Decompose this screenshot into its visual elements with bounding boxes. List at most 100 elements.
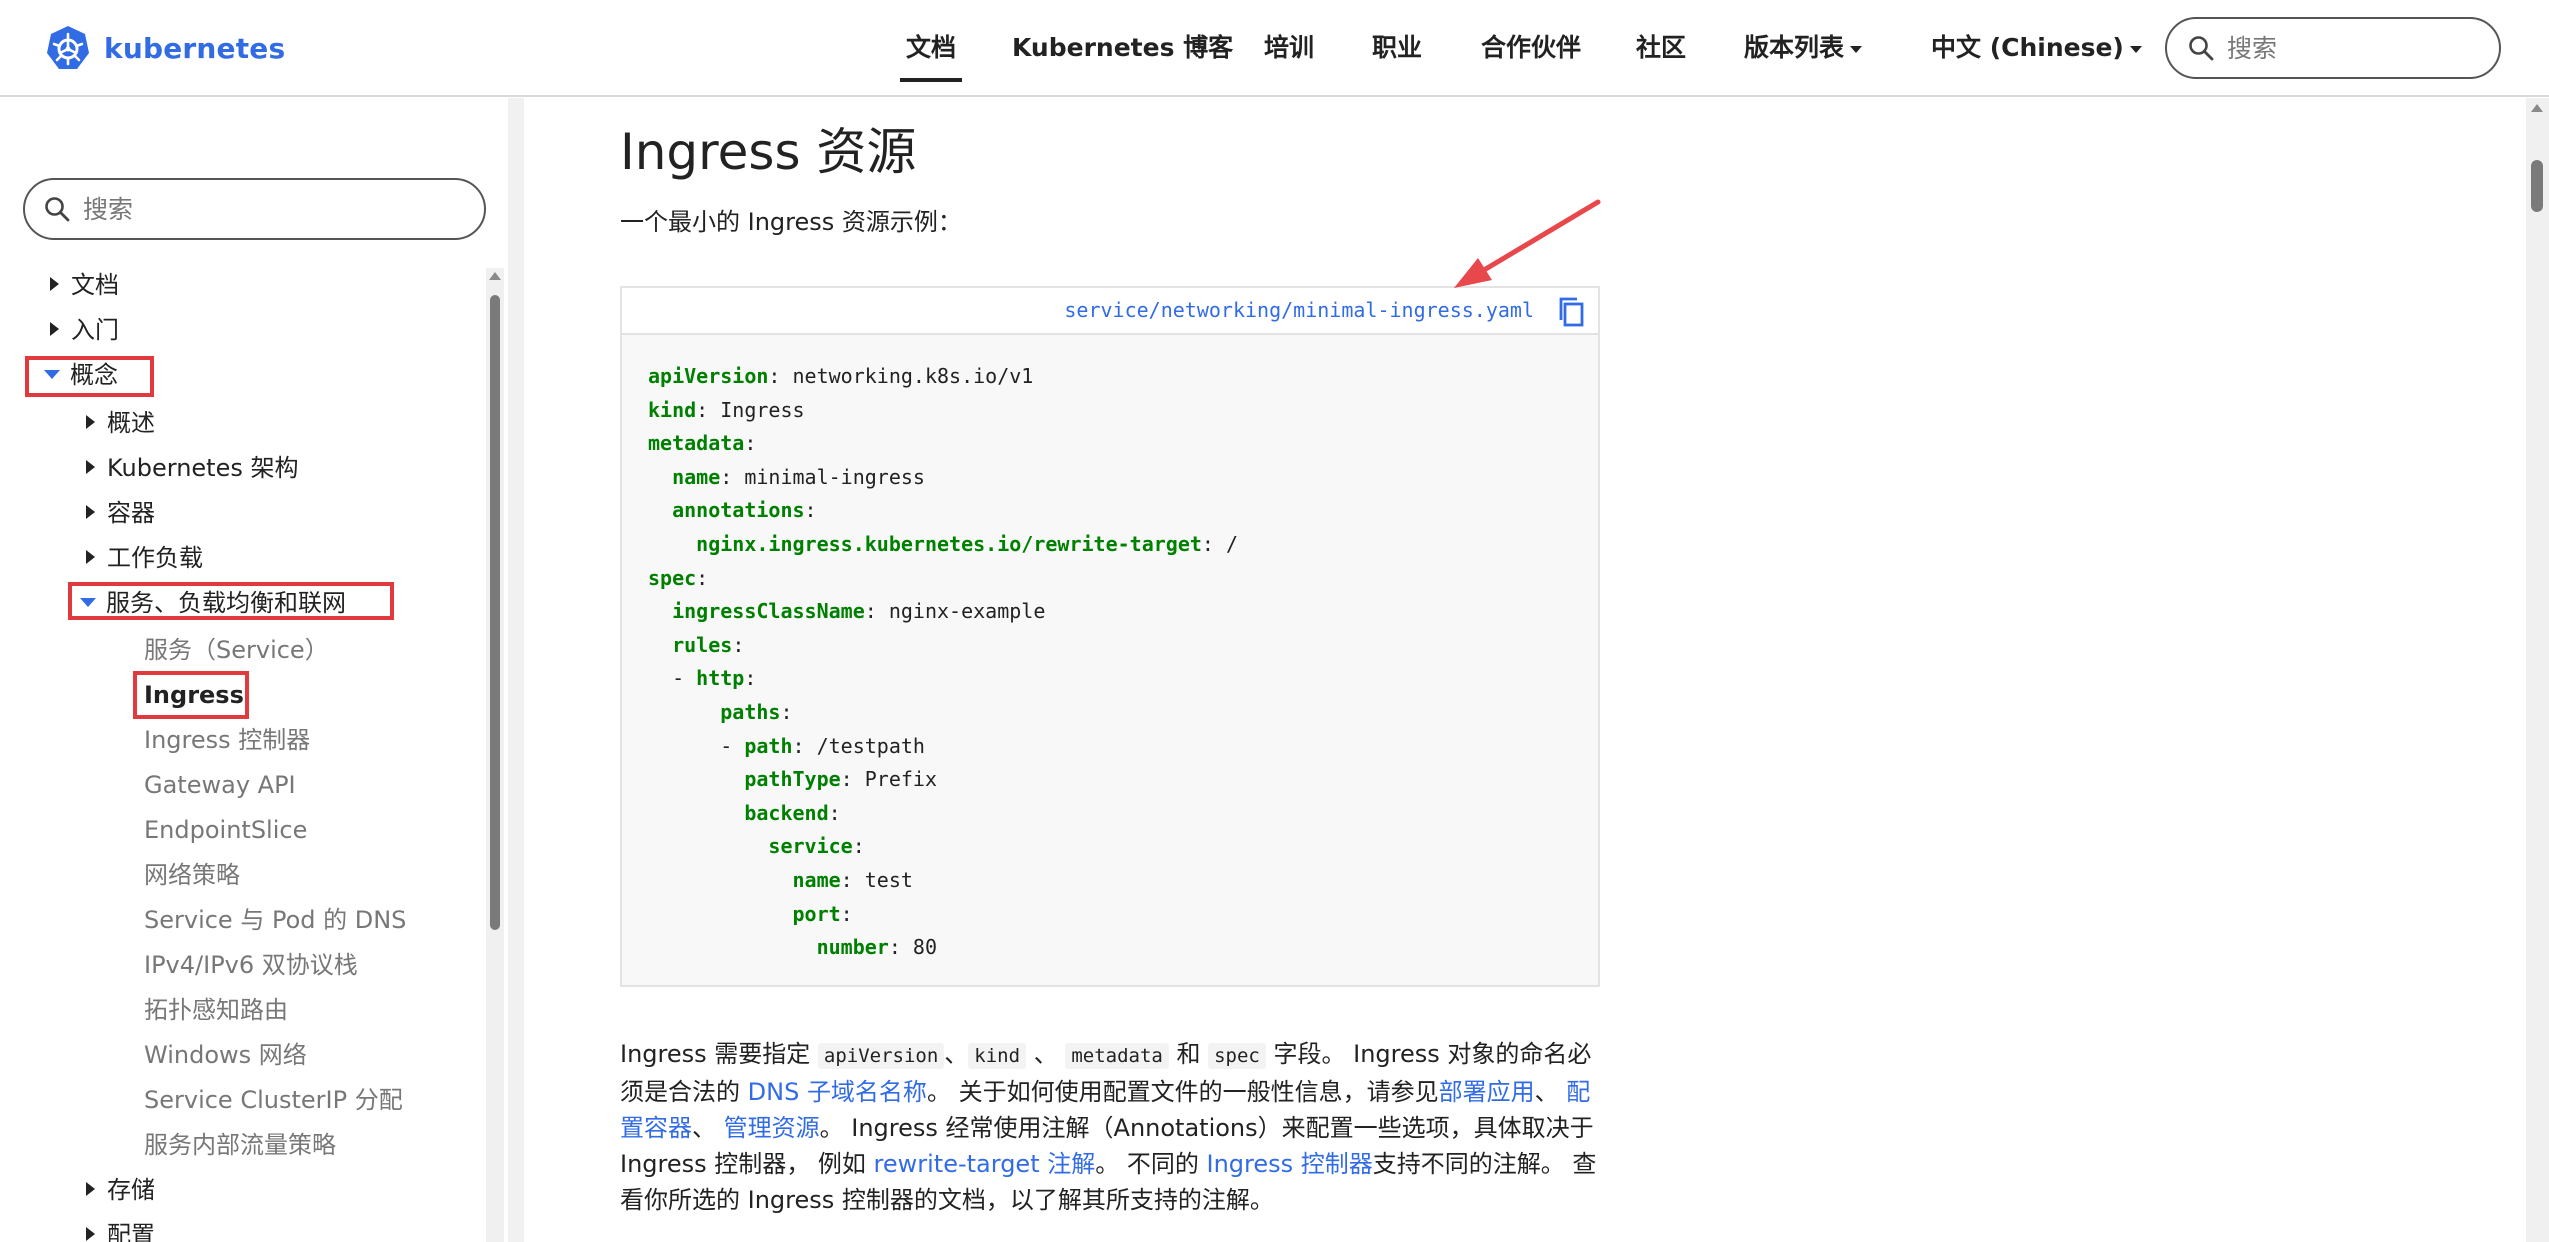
sidebar-item-traffic-policy[interactable]: 服务内部流量策略 — [144, 1127, 336, 1163]
caret-right-icon — [50, 322, 59, 336]
search-icon — [45, 197, 70, 222]
sidebar-item-configuration[interactable]: 配置 — [86, 1217, 155, 1242]
sidebar-item-clusterip-allocation[interactable]: Service ClusterIP 分配 — [144, 1082, 403, 1118]
para-text: 、 — [944, 1040, 969, 1068]
sidebar-item-endpointslice[interactable]: EndpointSlice — [144, 812, 307, 848]
sidebar-item-containers[interactable]: 容器 — [86, 495, 155, 531]
sidebar-item-label: 入门 — [71, 316, 119, 344]
code-line: name: minimal-ingress — [648, 461, 1238, 495]
yaml-key: nginx.ingress.kubernetes.io/rewrite-targ… — [696, 531, 1202, 556]
page-title: Ingress 资源 — [620, 123, 917, 181]
sidebar-item-overview[interactable]: 概述 — [86, 405, 155, 441]
inline-code: kind — [968, 1043, 1027, 1069]
code-block: service/networking/minimal-ingress.yaml … — [620, 286, 1600, 987]
brand-name: kubernetes — [104, 31, 286, 65]
caret-right-icon — [86, 415, 95, 429]
para-text: Ingress 需要指定 — [620, 1040, 818, 1068]
sidebar-scrollbar-thumb[interactable] — [490, 295, 500, 930]
code-line: - http: — [648, 666, 757, 691]
code-file-link[interactable]: service/networking/minimal-ingress.yaml — [1064, 298, 1534, 322]
code-line: nginx.ingress.kubernetes.io/rewrite-targ… — [648, 528, 1238, 562]
sidebar-item-architecture[interactable]: Kubernetes 架构 — [86, 450, 298, 486]
yaml-key: backend — [744, 800, 829, 825]
code-line: number: 80 — [648, 931, 1238, 965]
caret-right-icon — [86, 1182, 95, 1196]
yaml-value: test — [852, 867, 913, 892]
sidebar-item-ingress-controllers[interactable]: Ingress 控制器 — [144, 722, 310, 758]
code-line: - path: /testpath — [648, 733, 925, 758]
sidebar-item-workloads[interactable]: 工作负载 — [86, 540, 203, 576]
code-line: spec: — [648, 565, 709, 590]
code-line: pathType: Prefix — [648, 763, 1238, 797]
yaml-value: 80 — [900, 935, 937, 960]
sidebar-item-storage[interactable]: 存储 — [86, 1172, 155, 1208]
yaml-value: networking.k8s.io/v1 — [780, 364, 1034, 388]
code-line: apiVersion: networking.k8s.io/v1 — [648, 364, 1034, 388]
code-line: ingressClassName: nginx-example — [648, 595, 1238, 629]
sidebar-item-label: Kubernetes 架构 — [107, 454, 299, 482]
code-line: kind: Ingress — [648, 397, 805, 422]
sidebar-search-box[interactable] — [23, 178, 486, 240]
sidebar-item-dual-stack[interactable]: IPv4/IPv6 双协议栈 — [144, 947, 358, 983]
yaml-value: nginx-example — [876, 599, 1046, 624]
code-line: metadata: — [648, 431, 757, 456]
yaml-key: paths — [720, 699, 781, 724]
top-navbar: kubernetes 文档 Kubernetes 博客 培训 职业 合作伙伴 社… — [0, 0, 2549, 97]
link-deploy-app[interactable]: 部署应用 — [1439, 1078, 1535, 1106]
sidebar-item-label: 文档 — [71, 271, 119, 299]
search-icon — [2189, 36, 2214, 61]
yaml-key: metadata — [648, 431, 745, 456]
link-ingress-controllers[interactable]: Ingress 控制器 — [1207, 1150, 1373, 1178]
link-dns-subdomain[interactable]: DNS 子域名名称 — [748, 1078, 927, 1106]
caret-right-icon — [86, 1227, 95, 1241]
nav-versions-dropdown[interactable]: 版本列表 — [1744, 28, 1863, 68]
yaml-key: pathType — [744, 767, 841, 792]
scroll-up-arrow-icon[interactable] — [2531, 104, 2543, 112]
nav-community[interactable]: 社区 — [1636, 28, 1686, 68]
sidebar-item-getting-started[interactable]: 入门 — [50, 312, 119, 348]
yaml-value: Ingress — [708, 397, 805, 422]
top-search-box[interactable] — [2165, 17, 2501, 79]
annotation-arrow — [1454, 199, 1601, 288]
link-rewrite-target[interactable]: rewrite-target 注解 — [874, 1150, 1096, 1178]
brand-link[interactable]: kubernetes — [44, 24, 285, 72]
page-scrollbar[interactable] — [2526, 98, 2549, 1242]
nav-versions-label: 版本列表 — [1744, 33, 1845, 62]
yaml-key: rules — [672, 632, 733, 657]
page-scrollbar-thumb[interactable] — [2531, 160, 2543, 212]
nav-training[interactable]: 培训 — [1264, 28, 1314, 68]
nav-docs[interactable]: 文档 — [899, 28, 963, 82]
sidebar-item-gateway-api[interactable]: Gateway API — [144, 767, 296, 803]
sidebar-item-windows-networking[interactable]: Windows 网络 — [144, 1037, 307, 1073]
caret-right-icon — [86, 460, 95, 474]
para-text: 。 关于如何使用配置文件的一般性信息，请参见 — [926, 1078, 1439, 1106]
scroll-up-arrow-icon[interactable] — [489, 272, 501, 280]
nav-partners[interactable]: 合作伙伴 — [1481, 28, 1581, 68]
sidebar-search-input[interactable] — [83, 194, 463, 224]
yaml-key: number — [816, 935, 889, 960]
nav-careers[interactable]: 职业 — [1372, 28, 1422, 68]
nav-blog[interactable]: Kubernetes 博客 — [1012, 28, 1233, 68]
yaml-value: minimal-ingress — [732, 464, 925, 489]
sidebar-item-docs[interactable]: 文档 — [50, 267, 119, 303]
code-indent: - — [648, 666, 697, 691]
copy-button[interactable] — [1552, 292, 1592, 332]
sidebar-item-topology-routing[interactable]: 拓扑感知路由 — [144, 992, 288, 1028]
sidebar-item-label: 容器 — [107, 499, 155, 527]
nav-language-dropdown[interactable]: 中文 (Chinese) — [1931, 28, 2142, 68]
top-search-input[interactable] — [2227, 33, 2487, 63]
chevron-down-icon — [1850, 45, 1863, 53]
highlight-box — [68, 582, 394, 620]
sidebar-item-service[interactable]: 服务（Service） — [144, 632, 329, 668]
sidebar-item-dns[interactable]: Service 与 Pod 的 DNS — [144, 902, 406, 938]
link-manage-resources[interactable]: 管理资源 — [724, 1114, 820, 1142]
sidebar-item-network-policies[interactable]: 网络策略 — [144, 857, 240, 893]
